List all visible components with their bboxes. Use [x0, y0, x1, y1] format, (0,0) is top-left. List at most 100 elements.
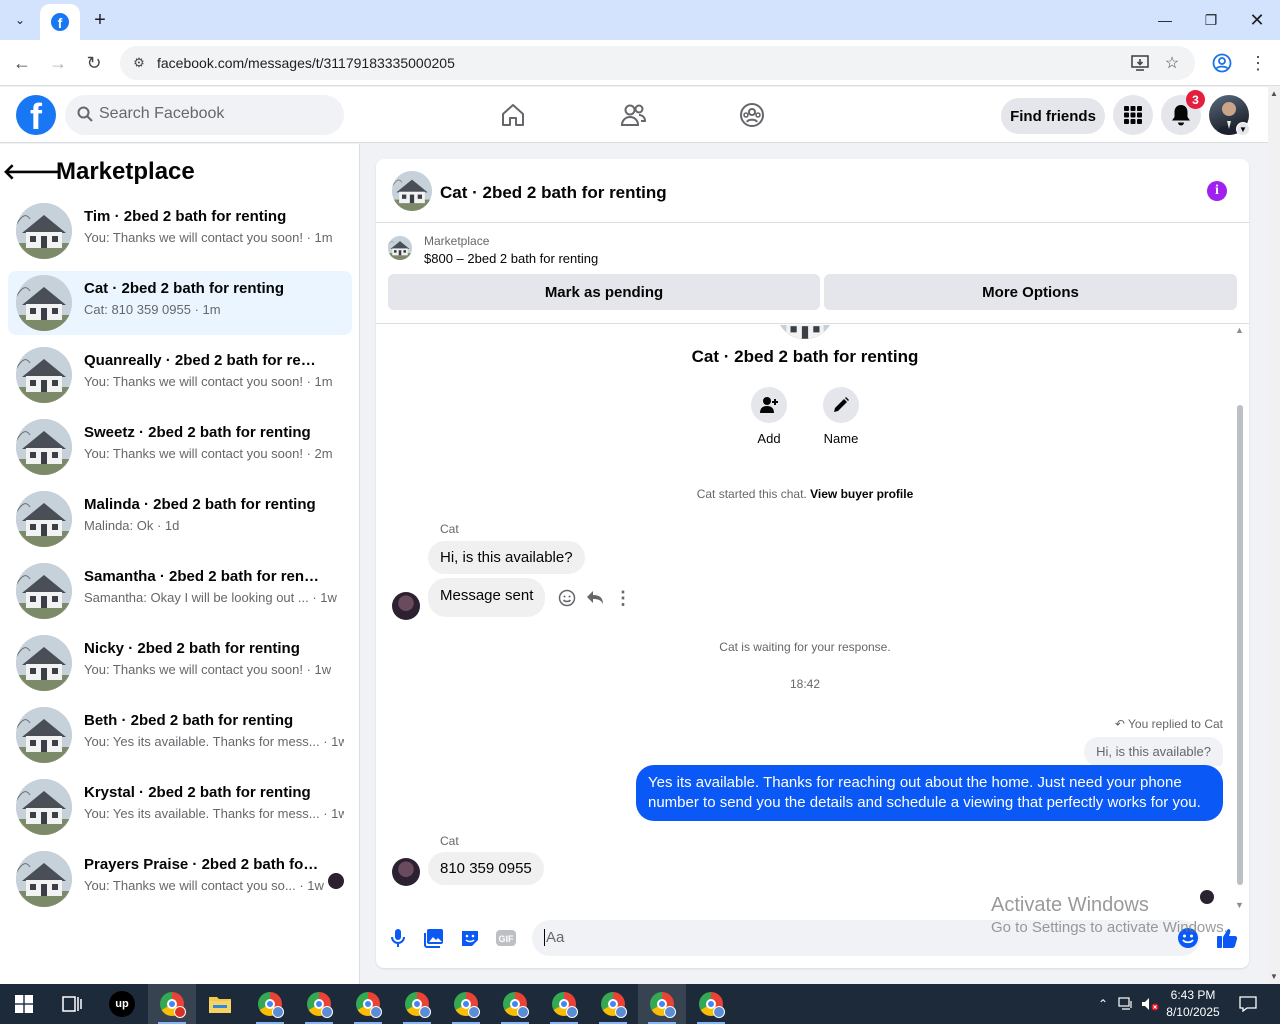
browser-menu-icon[interactable]: ⋮ — [1244, 49, 1272, 77]
conversation-avatar[interactable] — [16, 779, 72, 835]
sticker-icon[interactable] — [458, 926, 482, 950]
search-input[interactable] — [99, 105, 329, 123]
restore-icon[interactable]: ❐ — [1188, 0, 1234, 40]
address-bar[interactable]: ⚙ facebook.com/messages/t/31179183335000… — [120, 46, 1195, 80]
incoming-message[interactable]: Hi, is this available? — [428, 541, 585, 574]
microphone-icon[interactable] — [386, 926, 410, 950]
chrome-taskbar-item[interactable] — [344, 984, 392, 1024]
thread-scrollbar[interactable]: ▲ ▼ — [1235, 325, 1245, 910]
scroll-up-icon[interactable]: ▲ — [1270, 89, 1278, 98]
conversation-item[interactable]: Prayers Praise · 2bed 2 bath for ... You:… — [8, 847, 352, 911]
upwork-app-icon[interactable]: up — [98, 984, 146, 1024]
forward-icon[interactable]: → — [44, 49, 72, 77]
conversation-item[interactable]: Cat · 2bed 2 bath for renting Cat: 810 35… — [8, 271, 352, 335]
gif-icon[interactable]: GIF — [494, 926, 518, 950]
conversation-item[interactable]: Samantha · 2bed 2 bath for renting Samant… — [8, 559, 352, 623]
name-action[interactable]: Name — [811, 387, 871, 446]
browser-tab-facebook[interactable]: f — [40, 4, 80, 40]
groups-nav-icon[interactable] — [736, 99, 768, 131]
listing-title[interactable]: $800 – 2bed 2 bath for renting — [424, 251, 598, 266]
chrome-taskbar-item[interactable] — [687, 984, 735, 1024]
conversation-avatar[interactable] — [16, 851, 72, 907]
new-tab-plus-icon[interactable]: + — [88, 6, 112, 34]
chat-avatar[interactable] — [392, 171, 432, 211]
conversation-avatar[interactable] — [16, 419, 72, 475]
sender-avatar[interactable] — [392, 858, 420, 886]
incoming-message[interactable]: 810 359 0955 — [428, 852, 544, 885]
incoming-message[interactable]: Message sent — [428, 578, 546, 617]
photo-icon[interactable] — [422, 926, 446, 950]
home-nav-icon[interactable] — [497, 99, 529, 131]
reload-icon[interactable]: ↻ — [80, 49, 108, 77]
file-explorer-item[interactable] — [196, 984, 244, 1024]
taskbar-clock[interactable]: 6:43 PM 8/10/2025 — [1158, 987, 1228, 1021]
windows-start-icon[interactable] — [0, 984, 48, 1024]
more-vertical-icon[interactable]: ⋮ — [613, 588, 633, 608]
chrome-taskbar-item[interactable] — [148, 984, 196, 1024]
react-smiley-icon[interactable] — [557, 588, 577, 608]
scroll-down-icon[interactable]: ▼ — [1235, 900, 1244, 910]
network-icon[interactable] — [1116, 984, 1136, 1024]
tray-chevron-icon[interactable]: ⌃ — [1094, 984, 1112, 1024]
conversation-item[interactable]: Beth · 2bed 2 bath for renting You: Yes i… — [8, 703, 352, 767]
sender-avatar[interactable] — [392, 592, 420, 620]
chat-title[interactable]: Cat · 2bed 2 bath for renting — [440, 183, 667, 203]
url-text[interactable]: facebook.com/messages/t/3117918333500020… — [157, 55, 455, 71]
profile-icon[interactable] — [1208, 49, 1236, 77]
menu-grid-icon[interactable] — [1113, 95, 1153, 135]
scroll-thumb[interactable] — [1237, 405, 1243, 885]
thread-header-avatar — [776, 325, 834, 339]
volume-muted-icon[interactable] — [1140, 984, 1160, 1024]
account-chevron-icon[interactable]: ▼ — [1236, 122, 1250, 136]
conversation-item[interactable]: Quanreally · 2bed 2 bath for renting You:… — [8, 343, 352, 407]
conversation-item[interactable]: Sweetz · 2bed 2 bath for renting You: Tha… — [8, 415, 352, 479]
pencil-icon[interactable] — [823, 387, 859, 423]
more-options-button[interactable]: More Options — [824, 274, 1237, 310]
conversation-item[interactable]: Malinda · 2bed 2 bath for renting Malinda… — [8, 487, 352, 551]
conversation-avatar[interactable] — [16, 563, 72, 619]
install-app-icon[interactable] — [1130, 53, 1150, 73]
back-arrow-icon[interactable]: 🡐 — [3, 156, 62, 188]
listing-thumbnail[interactable] — [388, 236, 412, 260]
close-window-icon[interactable]: ✕ — [1234, 0, 1280, 40]
friends-nav-icon[interactable] — [617, 99, 649, 131]
view-buyer-profile-link[interactable]: View buyer profile — [810, 487, 913, 501]
chrome-taskbar-item[interactable] — [589, 984, 637, 1024]
chrome-taskbar-item[interactable] — [540, 984, 588, 1024]
outgoing-message[interactable]: Yes its available. Thanks for reaching o… — [636, 765, 1223, 821]
add-contact-action[interactable]: Add — [739, 387, 799, 446]
conversation-item[interactable]: Nicky · 2bed 2 bath for renting You: Than… — [8, 631, 352, 695]
notification-center-icon[interactable] — [1234, 984, 1262, 1024]
mark-as-pending-button[interactable]: Mark as pending — [388, 274, 820, 310]
chrome-taskbar-item[interactable] — [638, 984, 686, 1024]
add-person-icon[interactable] — [751, 387, 787, 423]
conversation-avatar[interactable] — [16, 203, 72, 259]
conversation-item[interactable]: Tim · 2bed 2 bath for renting You: Thanks… — [8, 199, 352, 263]
reply-arrow-icon[interactable] — [585, 588, 605, 608]
scroll-up-icon[interactable]: ▲ — [1235, 325, 1244, 335]
task-view-icon[interactable] — [48, 984, 96, 1024]
tab-search-chevron-icon[interactable]: ⌄ — [6, 6, 34, 34]
site-info-icon[interactable]: ⚙ — [130, 54, 148, 72]
facebook-logo-icon[interactable]: f — [16, 95, 56, 135]
search-facebook[interactable] — [65, 95, 344, 135]
conversation-avatar[interactable] — [16, 275, 72, 331]
chrome-taskbar-item[interactable] — [393, 984, 441, 1024]
scroll-down-icon[interactable]: ▼ — [1270, 972, 1278, 981]
quoted-message[interactable]: Hi, is this available? — [1084, 737, 1223, 766]
info-icon[interactable]: i — [1207, 181, 1227, 201]
chrome-taskbar-item[interactable] — [491, 984, 539, 1024]
bookmark-star-icon[interactable]: ☆ — [1162, 53, 1182, 73]
page-scrollbar[interactable]: ▲ ▼ — [1268, 87, 1280, 983]
conversation-avatar[interactable] — [16, 347, 72, 403]
chrome-taskbar-item[interactable] — [246, 984, 294, 1024]
conversation-avatar[interactable] — [16, 707, 72, 763]
chrome-taskbar-item[interactable] — [442, 984, 490, 1024]
find-friends-button[interactable]: Find friends — [1001, 98, 1105, 134]
chrome-taskbar-item[interactable] — [295, 984, 343, 1024]
conversation-item[interactable]: Krystal · 2bed 2 bath for renting You: Ye… — [8, 775, 352, 839]
conversation-avatar[interactable] — [16, 635, 72, 691]
back-icon[interactable]: ← — [8, 49, 36, 77]
conversation-avatar[interactable] — [16, 491, 72, 547]
minimize-icon[interactable]: — — [1142, 0, 1188, 40]
